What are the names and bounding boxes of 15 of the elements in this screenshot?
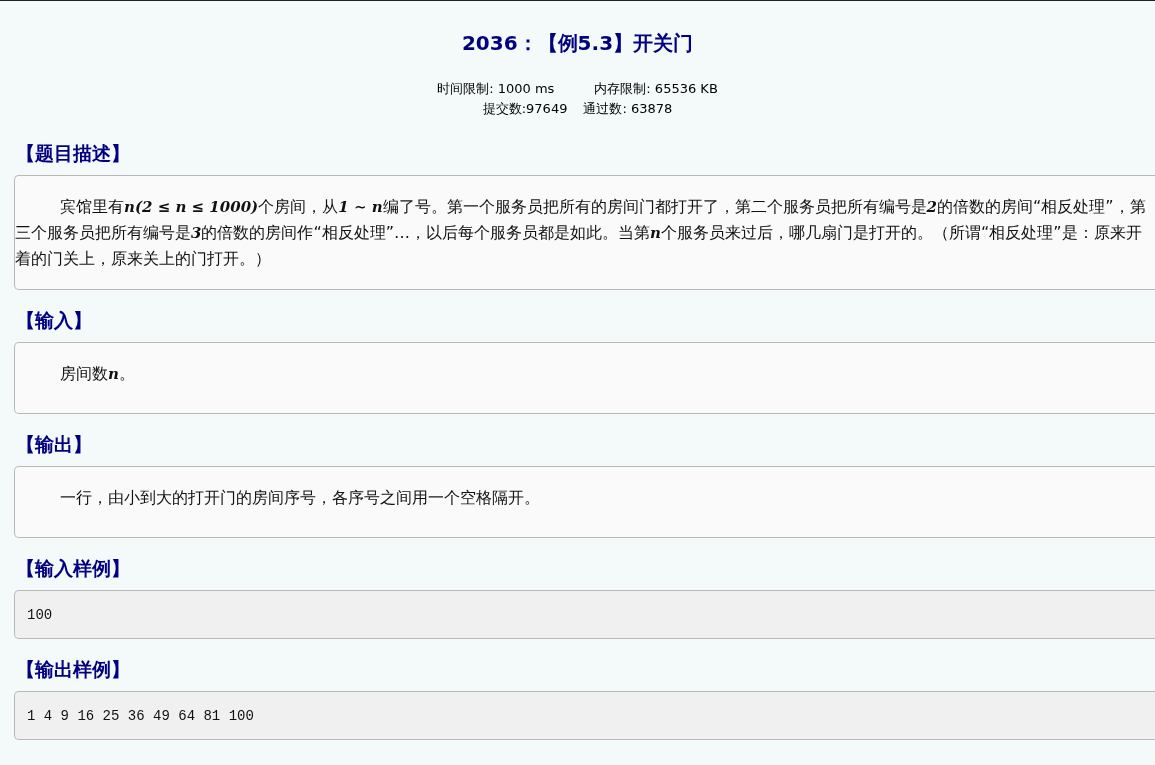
- section-heading: 【输出】: [16, 432, 92, 457]
- time-limit: 时间限制: 1000 ms: [437, 81, 555, 96]
- sample-text: 1 4 9 16 25 36 49 64 81 100: [27, 707, 254, 726]
- problem-title: 2036：【例5.3】开关门: [461, 30, 694, 57]
- description-text: 房间数n。: [59, 363, 136, 385]
- submission-count: 提交数:97649: [482, 101, 568, 116]
- sample-text: 100: [27, 606, 53, 625]
- section-heading: 【输入样例】: [16, 556, 130, 581]
- accepted-count: 通过数: 63878: [583, 101, 673, 116]
- section-heading: 【输出样例】: [16, 657, 130, 682]
- section-heading: 【题目描述】: [16, 141, 130, 166]
- description-text: 宾馆里有n(2 ≤ n ≤ 1000)个房间，从1 ∼ n编了号。第一个服务员把所有的房间门都打开了，第二个服务员把所有编号是2的倍数的房间“相反处理”，第三个服务员把所有编号是3的倍数的房间作“相反处理”…，以后每个服务员都是如此。当第n个服务员来过后，哪几扇门是打开的。（所谓“相反处理”是：原来开着的门关上，原来关上的门打开。）: [15, 196, 1147, 270]
- section-heading: 【输入】: [16, 308, 92, 333]
- description-text: 一行，由小到大的打开门的房间序号，各序号之间用一个空格隔开。: [59, 487, 541, 509]
- memory-limit: 内存限制: 65536 KB: [594, 81, 718, 96]
